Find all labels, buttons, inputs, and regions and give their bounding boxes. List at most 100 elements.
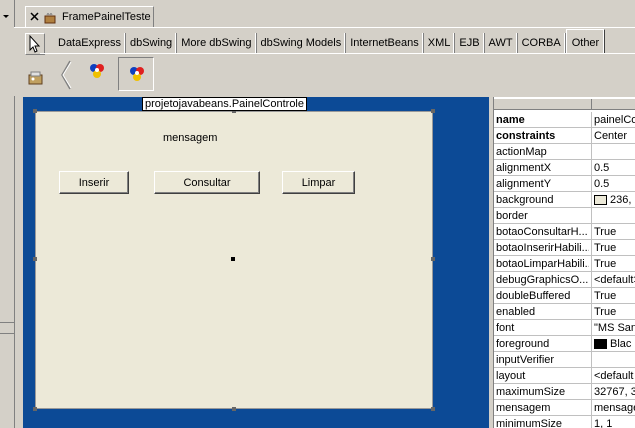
selection-pointer-button[interactable] bbox=[25, 33, 45, 55]
mensagem-label: mensagem bbox=[163, 132, 218, 144]
resize-handle[interactable] bbox=[33, 257, 37, 261]
property-row[interactable]: border bbox=[494, 208, 635, 224]
property-row[interactable]: background 236, bbox=[494, 192, 635, 208]
property-row[interactable]: alignmentX 0.5 bbox=[494, 160, 635, 176]
cursor-arrow-icon bbox=[29, 34, 41, 53]
property-name: botaoInserirHabili... bbox=[496, 242, 589, 254]
file-tab-label: FramePainelTeste bbox=[62, 11, 151, 23]
property-name: minimumSize bbox=[496, 418, 563, 428]
property-value[interactable]: True bbox=[594, 242, 635, 254]
property-value[interactable]: 1, 1 bbox=[594, 418, 635, 428]
dropdown-arrow-icon[interactable] bbox=[2, 10, 12, 24]
property-value[interactable]: 32767, 3 bbox=[594, 386, 635, 398]
divider bbox=[0, 333, 14, 334]
property-value[interactable]: True bbox=[594, 306, 635, 318]
property-row[interactable]: mensagem mensage bbox=[494, 400, 635, 416]
bean-chooser-icon[interactable] bbox=[26, 68, 46, 88]
tab-dataexpress[interactable]: DataExpress bbox=[54, 33, 126, 53]
tab-xml[interactable]: XML bbox=[424, 33, 456, 53]
property-value[interactable]: True bbox=[594, 258, 635, 270]
palette-tabs: DataExpress dbSwing More dbSwing dbSwing… bbox=[54, 29, 606, 53]
property-row[interactable]: debugGraphicsO... <default> bbox=[494, 272, 635, 288]
property-row[interactable]: font "MS San bbox=[494, 320, 635, 336]
tab-awt[interactable]: AWT bbox=[485, 33, 518, 53]
tab-dbswing[interactable]: dbSwing bbox=[126, 33, 178, 53]
palette-components bbox=[14, 56, 635, 94]
property-name: mensagem bbox=[496, 402, 551, 414]
property-row[interactable]: name painelCo bbox=[494, 112, 635, 128]
property-row[interactable]: actionMap bbox=[494, 144, 635, 160]
close-icon[interactable] bbox=[30, 12, 39, 21]
divider bbox=[40, 53, 635, 54]
tab-ejb[interactable]: EJB bbox=[455, 33, 485, 53]
painel-component-icon[interactable] bbox=[87, 61, 107, 81]
resize-handle[interactable] bbox=[232, 407, 236, 411]
tab-corba[interactable]: CORBA bbox=[518, 33, 566, 53]
property-row[interactable]: botaoConsultarH... True bbox=[494, 224, 635, 240]
file-tab[interactable]: FramePainelTeste bbox=[25, 6, 154, 27]
property-inspector: name painelCo constraints Center actionMap al… bbox=[493, 97, 635, 428]
property-row[interactable]: foreground Blac bbox=[494, 336, 635, 352]
property-row[interactable]: maximumSize 32767, 3 bbox=[494, 384, 635, 400]
resize-handle[interactable] bbox=[33, 407, 37, 411]
selected-component-slot[interactable] bbox=[118, 57, 154, 91]
tab-other[interactable]: Other bbox=[565, 29, 606, 53]
property-value-text: 236, bbox=[610, 194, 632, 206]
resize-handle[interactable] bbox=[431, 257, 435, 261]
property-name: constraints bbox=[496, 130, 556, 142]
limpar-button[interactable]: Limpar bbox=[282, 171, 355, 194]
property-name: foreground bbox=[496, 338, 550, 350]
tab-internetbeans[interactable]: InternetBeans bbox=[346, 33, 424, 53]
property-row[interactable]: botaoInserirHabili... True bbox=[494, 240, 635, 256]
property-name: actionMap bbox=[496, 146, 547, 158]
property-name: layout bbox=[496, 370, 526, 382]
component-name-label: projetojavabeans.PainelControle bbox=[142, 97, 307, 111]
property-name: background bbox=[496, 194, 554, 206]
consultar-button[interactable]: Consultar bbox=[154, 171, 260, 194]
property-value[interactable]: "MS San bbox=[594, 322, 635, 334]
property-row[interactable]: minimumSize 1, 1 bbox=[494, 416, 635, 428]
inspector-header bbox=[494, 99, 635, 110]
property-value-text: Blac bbox=[610, 338, 632, 350]
property-value[interactable]: 0.5 bbox=[594, 178, 635, 190]
property-name: debugGraphicsO... bbox=[496, 274, 589, 286]
property-name: border bbox=[496, 210, 528, 222]
property-row[interactable]: constraints Center bbox=[494, 128, 635, 144]
property-name: botaoConsultarH... bbox=[496, 226, 588, 238]
resize-handle[interactable] bbox=[33, 109, 37, 113]
property-value[interactable]: Center bbox=[594, 130, 635, 142]
property-row[interactable]: inputVerifier bbox=[494, 352, 635, 368]
property-value[interactable]: 236, bbox=[594, 194, 635, 206]
property-value[interactable]: painelCo bbox=[594, 114, 635, 126]
selection-marker bbox=[231, 257, 235, 261]
property-value[interactable]: mensage bbox=[594, 402, 635, 414]
property-value[interactable]: <default> bbox=[594, 274, 635, 286]
property-value[interactable]: <default bbox=[594, 370, 635, 382]
property-value[interactable]: Blac bbox=[594, 338, 635, 350]
tab-dbswing-models[interactable]: dbSwing Models bbox=[257, 33, 347, 53]
property-row[interactable]: botaoLimparHabili... True bbox=[494, 256, 635, 272]
property-name: maximumSize bbox=[496, 386, 566, 398]
java-bean-icon bbox=[43, 10, 57, 24]
property-row[interactable]: alignmentY 0.5 bbox=[494, 176, 635, 192]
property-name: name bbox=[496, 114, 525, 126]
property-name: alignmentY bbox=[496, 178, 552, 190]
color-swatch bbox=[594, 195, 607, 206]
resize-handle[interactable] bbox=[431, 407, 435, 411]
tab-more-dbswing[interactable]: More dbSwing bbox=[177, 33, 257, 53]
painel-controle-component-icon bbox=[130, 67, 144, 81]
resize-handle[interactable] bbox=[431, 109, 435, 113]
left-panel-strip bbox=[0, 0, 15, 428]
scroll-left-chevron-icon[interactable] bbox=[60, 60, 72, 90]
property-name: botaoLimparHabili... bbox=[496, 258, 589, 270]
color-swatch bbox=[594, 339, 607, 350]
property-row[interactable]: layout <default bbox=[494, 368, 635, 384]
property-value[interactable]: True bbox=[594, 226, 635, 238]
property-name: font bbox=[496, 322, 515, 334]
inserir-button[interactable]: Inserir bbox=[59, 171, 129, 194]
property-value[interactable]: 0.5 bbox=[594, 162, 635, 174]
property-row[interactable]: doubleBuffered True bbox=[494, 288, 635, 304]
property-row[interactable]: enabled True bbox=[494, 304, 635, 320]
property-value[interactable]: True bbox=[594, 290, 635, 302]
property-name: enabled bbox=[496, 306, 536, 318]
